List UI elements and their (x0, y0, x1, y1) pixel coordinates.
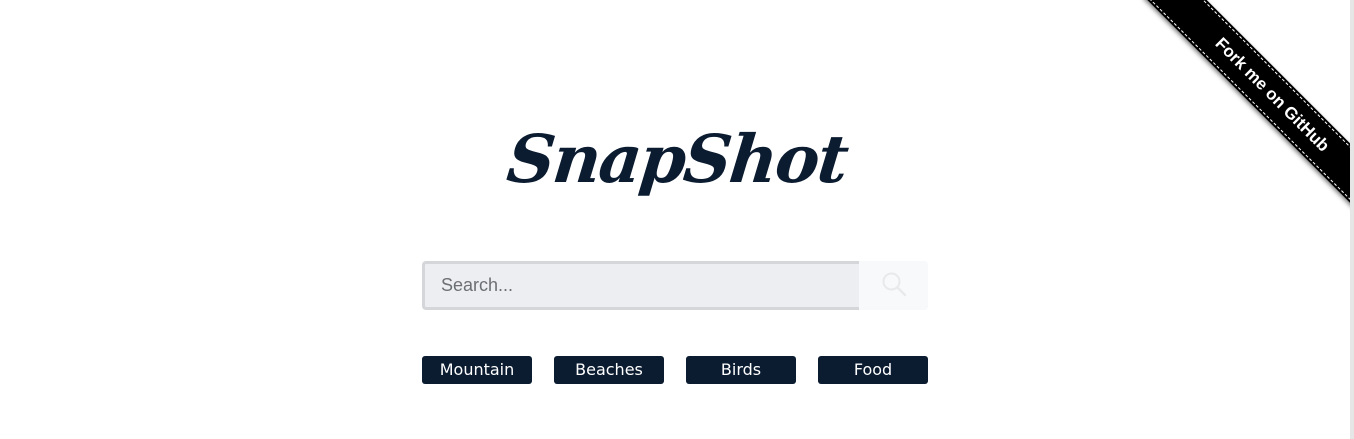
category-button-food[interactable]: Food (818, 356, 928, 384)
search-icon (881, 271, 907, 300)
fork-on-github-link[interactable]: Fork me on GitHub (1145, 0, 1354, 220)
category-buttons: Mountain Beaches Birds Food (422, 356, 928, 384)
app-page: SnapShot Mountain Beaches Birds Food For… (0, 0, 1354, 439)
category-button-birds[interactable]: Birds (686, 356, 796, 384)
category-button-mountain[interactable]: Mountain (422, 356, 532, 384)
category-button-beaches[interactable]: Beaches (554, 356, 664, 384)
fork-ribbon: Fork me on GitHub (1134, 0, 1354, 220)
search-button[interactable] (859, 261, 928, 310)
fork-ribbon-band: Fork me on GitHub (1144, 0, 1354, 220)
page-scrollbar[interactable] (1350, 0, 1354, 439)
search-input[interactable] (422, 261, 859, 310)
search-form (422, 261, 928, 310)
